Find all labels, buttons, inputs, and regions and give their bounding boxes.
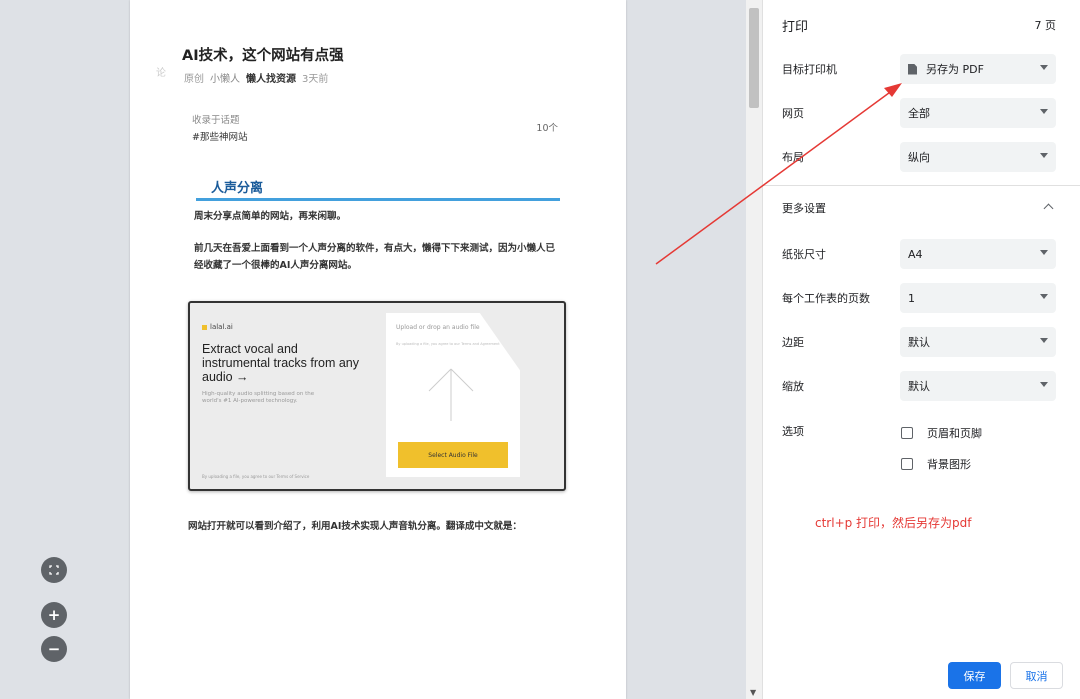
author-name: 小懒人 bbox=[210, 74, 240, 85]
destination-select[interactable]: 另存为 PDF bbox=[900, 54, 1056, 84]
pdf-file-icon bbox=[908, 63, 917, 75]
print-settings-panel: 打印 7 页 目标打印机 另存为 PDF 网页 全部 布局 纵向 更多设置 纸张… bbox=[762, 0, 1080, 699]
background-graphics-label: 背景图形 bbox=[927, 458, 971, 471]
dropdown-caret-icon bbox=[1040, 382, 1048, 387]
scroll-thumb[interactable] bbox=[749, 8, 759, 108]
preview-scrollbar[interactable]: ▼ bbox=[746, 0, 762, 699]
embed-brand-text: lalal.ai bbox=[210, 323, 233, 331]
section-heading-bar bbox=[196, 198, 560, 201]
options-label: 选项 bbox=[782, 425, 804, 438]
plus-icon: + bbox=[47, 606, 61, 624]
layout-value: 纵向 bbox=[908, 151, 930, 164]
minus-icon: − bbox=[47, 640, 61, 658]
section-heading-text: 人声分离 bbox=[211, 181, 264, 196]
more-settings-label: 更多设置 bbox=[782, 202, 826, 215]
pages-select[interactable]: 全部 bbox=[900, 98, 1056, 128]
headers-footers-option[interactable]: 页眉和页脚 bbox=[901, 425, 982, 441]
panel-title: 打印 bbox=[782, 20, 809, 35]
topic-name: #那些神网站 bbox=[192, 132, 248, 143]
dropdown-caret-icon bbox=[1040, 250, 1048, 255]
paragraph-1: 周末分享点简单的网站，再来闲聊。 bbox=[194, 211, 347, 222]
topic-box: 收录于话题 #那些神网站 10个 bbox=[192, 112, 558, 143]
scale-value: 默认 bbox=[908, 380, 930, 393]
embedded-screenshot: lalal.ai Extract vocal and instrumental … bbox=[188, 301, 566, 491]
fit-to-page-button[interactable] bbox=[41, 557, 67, 583]
layout-select[interactable]: 纵向 bbox=[900, 142, 1056, 172]
paper-value: A4 bbox=[908, 247, 923, 261]
print-preview-area: AI技术，这个网站有点强 论 原创 小懒人 懒人找资源 3天前 收录于话题 #那… bbox=[0, 0, 762, 699]
embed-upload-text: Upload or drop an audio file bbox=[396, 324, 480, 331]
paragraph-3: 网站打开就可以看到介绍了，利用AI技术实现人声音轨分离。翻译成中文就是： bbox=[188, 521, 522, 532]
persheet-label: 每个工作表的页数 bbox=[782, 292, 870, 305]
embed-select-file-button: Select Audio File bbox=[398, 442, 508, 468]
publish-time: 3天前 bbox=[302, 74, 329, 85]
dropdown-caret-icon bbox=[1040, 153, 1048, 158]
persheet-value: 1 bbox=[908, 291, 915, 305]
article-title: AI技术，这个网站有点强 bbox=[182, 48, 344, 64]
site-name: 懒人找资源 bbox=[246, 74, 296, 85]
pages-label: 网页 bbox=[782, 107, 804, 120]
headers-footers-label: 页眉和页脚 bbox=[927, 427, 982, 440]
embed-upload-small: By uploading a file, you agree to our Te… bbox=[396, 342, 500, 346]
scroll-down-arrow-icon[interactable]: ▼ bbox=[750, 688, 756, 697]
pages-per-sheet-select[interactable]: 1 bbox=[900, 283, 1056, 313]
margins-label: 边距 bbox=[782, 336, 804, 349]
paper-label: 纸张尺寸 bbox=[782, 248, 826, 261]
pages-value: 全部 bbox=[908, 107, 930, 120]
headers-footers-checkbox[interactable] bbox=[901, 427, 913, 439]
embed-brand: lalal.ai bbox=[202, 323, 233, 331]
original-tag: 原创 bbox=[184, 74, 204, 85]
page-count: 7 页 bbox=[1034, 19, 1057, 32]
preview-page: AI技术，这个网站有点强 论 原创 小懒人 懒人找资源 3天前 收录于话题 #那… bbox=[130, 0, 626, 699]
upload-arrow-icon bbox=[428, 368, 474, 421]
destination-label: 目标打印机 bbox=[782, 63, 837, 76]
margins-value: 默认 bbox=[908, 336, 930, 349]
brand-logo-icon bbox=[202, 324, 207, 330]
article-meta: 论 原创 小懒人 懒人找资源 3天前 bbox=[156, 68, 329, 85]
section-heading: 人声分离 bbox=[196, 177, 560, 201]
topic-label: 收录于话题 bbox=[192, 115, 240, 126]
margins-select[interactable]: 默认 bbox=[900, 327, 1056, 357]
paragraph-2: 前几天在吾爱上面看到一个人声分离的软件，有点大，懒得下下来测试，因为小懒人已经收… bbox=[194, 243, 556, 271]
cancel-button[interactable]: 取消 bbox=[1010, 662, 1063, 689]
dropdown-caret-icon bbox=[1040, 294, 1048, 299]
save-button[interactable]: 保存 bbox=[948, 662, 1001, 689]
annotation-text: ctrl+p 打印，然后另存为pdf bbox=[815, 516, 972, 530]
dropdown-caret-icon bbox=[1040, 338, 1048, 343]
embed-subtitle: High-quality audio splitting based on th… bbox=[202, 391, 315, 404]
destination-value: 另存为 PDF bbox=[926, 63, 984, 76]
layout-label: 布局 bbox=[782, 151, 804, 164]
more-settings-toggle[interactable]: 更多设置 bbox=[782, 193, 1056, 223]
background-graphics-option[interactable]: 背景图形 bbox=[901, 456, 971, 472]
embed-upload-card: Upload or drop an audio file By uploadin… bbox=[386, 313, 520, 477]
paper-size-select[interactable]: A4 bbox=[900, 239, 1056, 269]
divider bbox=[763, 185, 1080, 186]
side-glyph: 论 bbox=[156, 68, 166, 79]
zoom-in-button[interactable]: + bbox=[41, 602, 67, 628]
scale-select[interactable]: 默认 bbox=[900, 371, 1056, 401]
zoom-out-button[interactable]: − bbox=[41, 636, 67, 662]
topic-count: 10个 bbox=[536, 123, 558, 134]
dropdown-caret-icon bbox=[1040, 65, 1048, 70]
embed-footer: By uploading a file, you agree to our Te… bbox=[202, 474, 310, 479]
dropdown-caret-icon bbox=[1040, 109, 1048, 114]
fit-page-icon bbox=[49, 565, 59, 575]
background-graphics-checkbox[interactable] bbox=[901, 458, 913, 470]
scale-label: 缩放 bbox=[782, 380, 804, 393]
embed-headline: Extract vocal and instrumental tracks fr… bbox=[202, 342, 359, 384]
